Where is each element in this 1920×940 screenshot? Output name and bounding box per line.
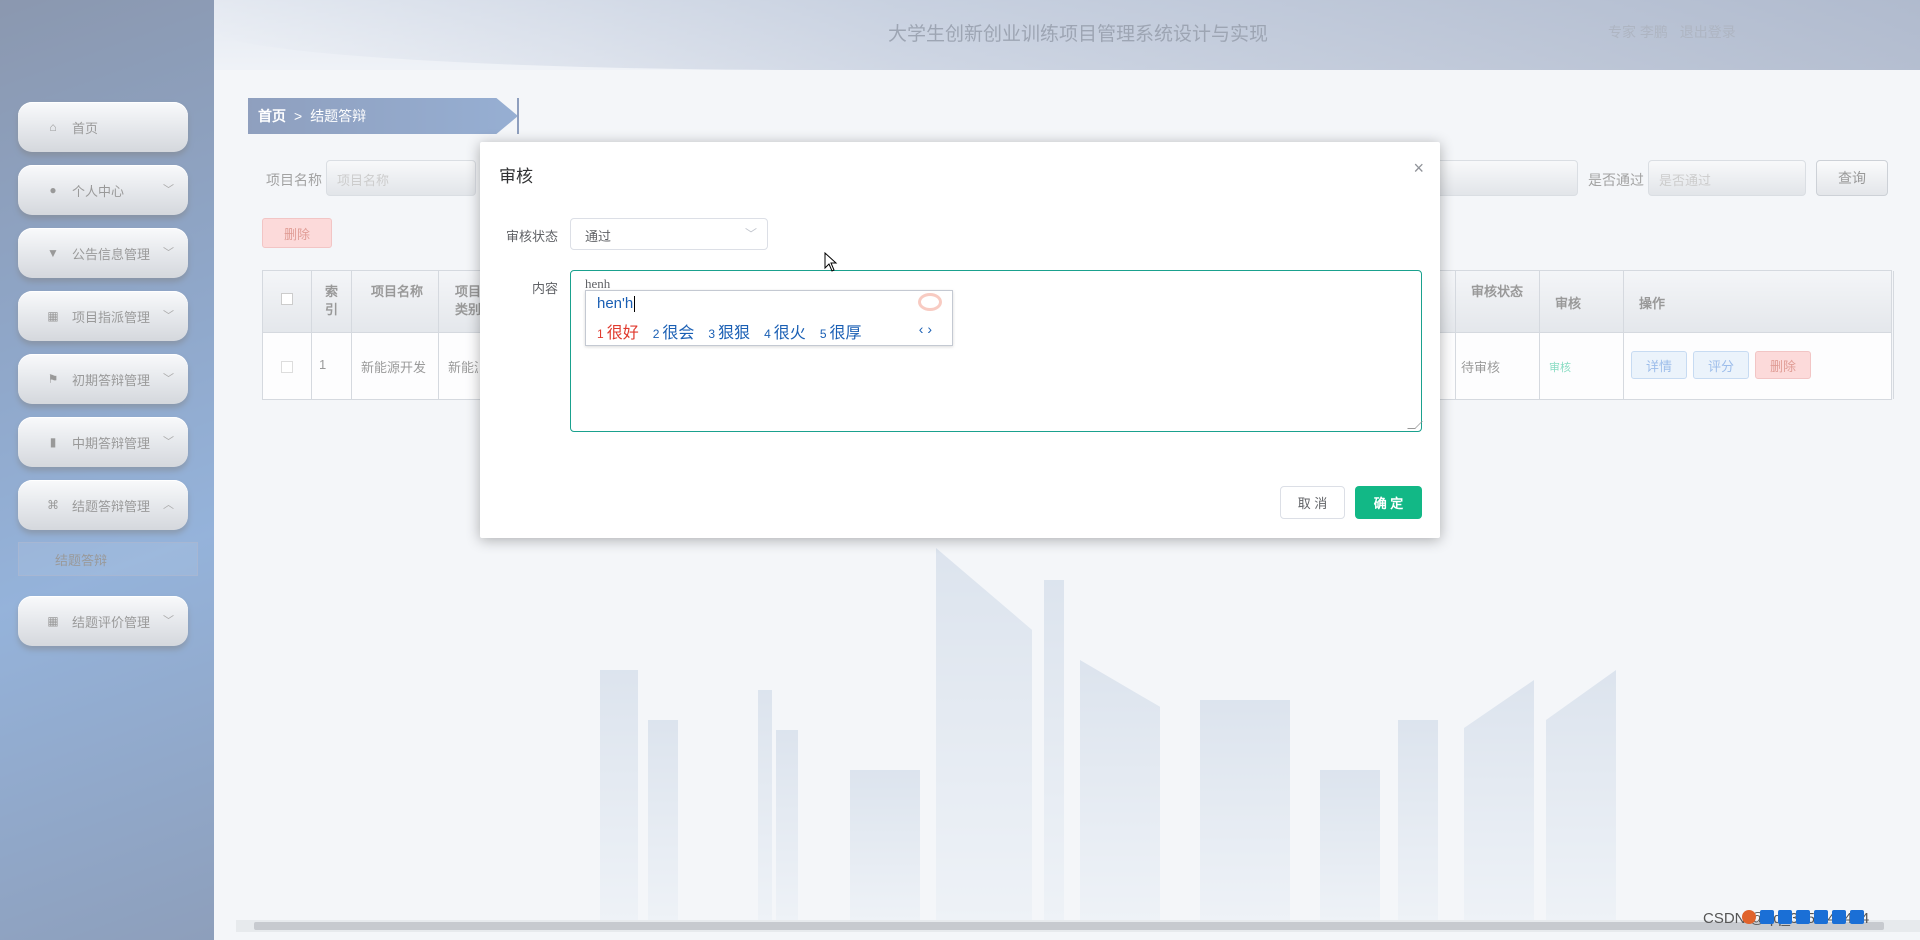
ime-candidate-text: 狠狠 bbox=[718, 325, 751, 342]
resize-handle[interactable] bbox=[1407, 421, 1423, 429]
ime-candidate-text: 很好 bbox=[606, 325, 639, 342]
tray-icon bbox=[1778, 910, 1792, 924]
ime-candidate[interactable]: 2 很会 bbox=[653, 319, 695, 343]
ime-candidate[interactable]: 1 很好 bbox=[597, 319, 639, 343]
audit-status-select[interactable]: 通过 ﹀ bbox=[570, 218, 768, 250]
keyboard-icon bbox=[1814, 910, 1828, 924]
ime-caret bbox=[634, 296, 636, 313]
ime-candidate[interactable]: 5 很厚 bbox=[820, 319, 862, 343]
cancel-button[interactable]: 取 消 bbox=[1280, 486, 1345, 519]
ime-candidates: 1 很好 2 很会 3 狠狠 4 很火 5 很厚 bbox=[597, 319, 876, 343]
ime-candidate-text: 很会 bbox=[662, 325, 695, 342]
audit-status-label: 审核状态 bbox=[505, 229, 558, 244]
microphone-icon bbox=[1796, 910, 1810, 924]
chevron-down-icon: ﹀ bbox=[744, 227, 757, 241]
ime-candidate-window: hen'h 1 很好 2 很会 3 狠狠 4 很火 5 很厚 ‹ › bbox=[585, 290, 953, 346]
confirm-button[interactable]: 确 定 bbox=[1355, 486, 1422, 519]
ime-composition: hen'h bbox=[597, 295, 636, 313]
ime-candidate[interactable]: 4 很火 bbox=[764, 319, 806, 343]
tray-icon bbox=[1760, 910, 1774, 924]
content-label: 内容 bbox=[531, 281, 558, 296]
grid-icon bbox=[1850, 910, 1864, 924]
ime-candidate-number: 2 bbox=[652, 327, 660, 341]
audit-status-value: 通过 bbox=[585, 229, 612, 244]
ime-candidate[interactable]: 3 狠狠 bbox=[708, 319, 750, 343]
ime-page-nav[interactable]: ‹ › bbox=[919, 321, 932, 337]
close-icon[interactable]: × bbox=[1413, 158, 1424, 179]
ime-candidate-number: 5 bbox=[819, 327, 827, 341]
ime-candidate-text: 很厚 bbox=[829, 325, 862, 342]
dialog-title: 审核 bbox=[499, 167, 533, 186]
mouse-pointer-icon bbox=[824, 252, 838, 272]
ime-candidate-number: 4 bbox=[764, 327, 771, 341]
ime-candidate-number: 1 bbox=[597, 327, 604, 341]
shirt-icon bbox=[1832, 910, 1846, 924]
content-value: henh bbox=[585, 276, 611, 291]
ime-logo-icon bbox=[918, 293, 942, 311]
ime-composition-text: hen'h bbox=[597, 295, 634, 312]
ime-candidate-number: 3 bbox=[708, 327, 716, 341]
system-tray bbox=[1742, 910, 1864, 924]
ime-candidate-text: 很火 bbox=[773, 325, 806, 342]
sogou-icon bbox=[1742, 910, 1756, 924]
